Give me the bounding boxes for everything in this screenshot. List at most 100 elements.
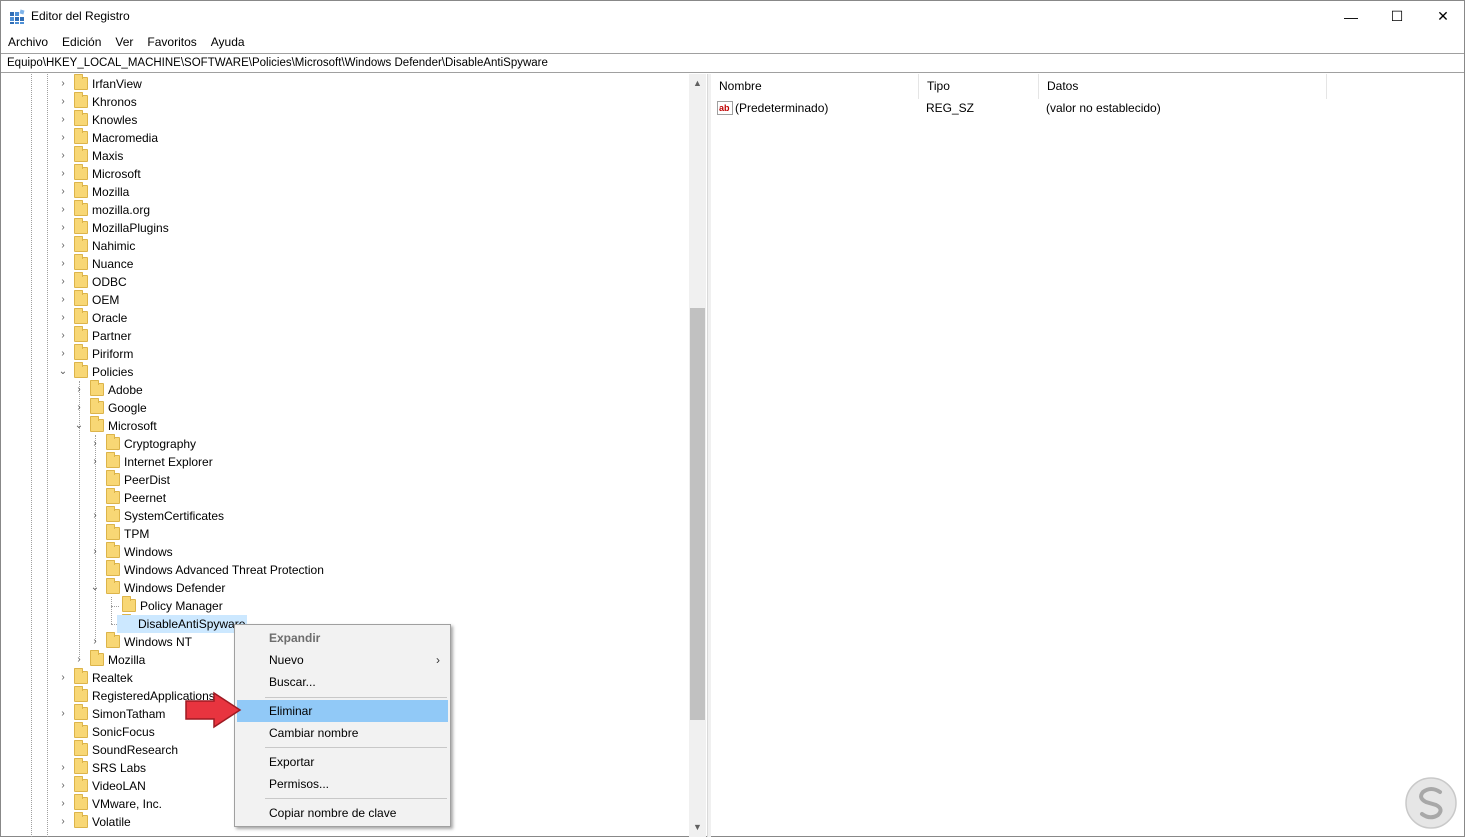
registry-editor-icon: [10, 9, 25, 24]
tree-item[interactable]: ⌄ Policies: [1, 362, 681, 381]
chevron-down-icon[interactable]: ⌄: [90, 579, 100, 597]
chevron-right-icon[interactable]: ›: [58, 327, 68, 345]
menu-favoritos[interactable]: Favoritos: [140, 32, 203, 52]
chevron-right-icon[interactable]: ›: [90, 507, 100, 525]
tree-item[interactable]: › Nuance: [1, 254, 681, 273]
chevron-right-icon[interactable]: ›: [58, 147, 68, 165]
chevron-right-icon[interactable]: ›: [58, 777, 68, 795]
column-header-data[interactable]: Datos: [1039, 74, 1327, 99]
folder-icon: [74, 92, 88, 108]
tree-item[interactable]: › Piriform: [1, 344, 681, 363]
minimize-button[interactable]: —: [1328, 1, 1374, 32]
chevron-right-icon[interactable]: ›: [58, 795, 68, 813]
chevron-right-icon[interactable]: ›: [58, 111, 68, 129]
chevron-right-icon[interactable]: ›: [58, 291, 68, 309]
tree-item[interactable]: › Oracle: [1, 308, 681, 327]
menu-item-new[interactable]: Nuevo ›: [237, 649, 448, 671]
menu-item-copy-key-name[interactable]: Copiar nombre de clave: [237, 802, 448, 824]
tree-item[interactable]: › Google: [1, 398, 681, 417]
chevron-right-icon[interactable]: ›: [58, 93, 68, 111]
chevron-right-icon[interactable]: ›: [58, 813, 68, 831]
chevron-right-icon[interactable]: ›: [90, 543, 100, 561]
menu-ayuda[interactable]: Ayuda: [204, 32, 252, 52]
chevron-right-icon[interactable]: ›: [58, 183, 68, 201]
column-header-name[interactable]: Nombre: [711, 74, 919, 99]
folder-icon: [106, 542, 120, 558]
tree-item[interactable]: › Partner: [1, 326, 681, 345]
tree-item[interactable]: › Microsoft: [1, 164, 681, 183]
tree-item[interactable]: › Internet Explorer: [1, 452, 681, 471]
tree-item[interactable]: › OEM: [1, 290, 681, 309]
chevron-right-icon[interactable]: ›: [58, 273, 68, 291]
folder-icon: [74, 182, 88, 198]
menu-item-find[interactable]: Buscar...: [237, 671, 448, 693]
chevron-right-icon[interactable]: ›: [58, 309, 68, 327]
value-name[interactable]: (Predeterminado): [735, 99, 828, 117]
chevron-right-icon[interactable]: ›: [74, 399, 84, 417]
menu-item-expand[interactable]: Expandir: [237, 627, 448, 649]
value-type[interactable]: REG_SZ: [926, 99, 974, 117]
chevron-right-icon[interactable]: ›: [58, 75, 68, 93]
maximize-button[interactable]: ☐: [1374, 1, 1420, 32]
scroll-down-icon[interactable]: ▼: [689, 818, 706, 835]
chevron-right-icon[interactable]: ›: [74, 381, 84, 399]
menu-edicion[interactable]: Edición: [55, 32, 108, 52]
folder-icon: [90, 398, 104, 414]
tree-item[interactable]: Policy Manager: [1, 596, 681, 615]
tree-item[interactable]: › Khronos: [1, 92, 681, 111]
tree-item[interactable]: Windows Advanced Threat Protection: [1, 560, 681, 579]
tree-item[interactable]: › Maxis: [1, 146, 681, 165]
tree-item[interactable]: PeerDist: [1, 470, 681, 489]
menu-item-delete[interactable]: Eliminar: [237, 700, 448, 722]
tree-item[interactable]: › Windows: [1, 542, 681, 561]
tree-item[interactable]: › IrfanView: [1, 74, 681, 93]
menu-item-rename[interactable]: Cambiar nombre: [237, 722, 448, 744]
chevron-right-icon[interactable]: ›: [58, 237, 68, 255]
chevron-right-icon[interactable]: ›: [90, 633, 100, 651]
chevron-right-icon[interactable]: ›: [58, 669, 68, 687]
tree-item[interactable]: › Cryptography: [1, 434, 681, 453]
menu-ver[interactable]: Ver: [108, 32, 140, 52]
tree-scrollbar[interactable]: ▲ ▼: [689, 74, 706, 837]
chevron-right-icon[interactable]: ›: [58, 345, 68, 363]
tree-item[interactable]: TPM: [1, 524, 681, 543]
chevron-right-icon[interactable]: ›: [58, 759, 68, 777]
folder-icon: [74, 326, 88, 342]
tree-item[interactable]: › ODBC: [1, 272, 681, 291]
chevron-down-icon[interactable]: ⌄: [58, 363, 68, 381]
chevron-right-icon[interactable]: ›: [90, 435, 100, 453]
column-header-type[interactable]: Tipo: [919, 74, 1039, 99]
tree-item[interactable]: › Adobe: [1, 380, 681, 399]
tree-item[interactable]: › Mozilla: [1, 182, 681, 201]
tree-item[interactable]: ⌄ Windows Defender: [1, 578, 681, 597]
chevron-right-icon[interactable]: ›: [58, 201, 68, 219]
tree-item[interactable]: › Knowles: [1, 110, 681, 129]
menu-bar: Archivo Edición Ver Favoritos Ayuda: [1, 32, 1464, 52]
tree-item[interactable]: › mozilla.org: [1, 200, 681, 219]
scroll-up-icon[interactable]: ▲: [689, 74, 706, 91]
tree-item[interactable]: › Macromedia: [1, 128, 681, 147]
chevron-right-icon[interactable]: ›: [58, 129, 68, 147]
chevron-down-icon[interactable]: ⌄: [74, 417, 84, 435]
chevron-right-icon[interactable]: ›: [74, 651, 84, 669]
chevron-right-icon[interactable]: ›: [58, 255, 68, 273]
folder-icon: [106, 488, 120, 504]
value-data[interactable]: (valor no establecido): [1046, 99, 1161, 117]
menu-separator: [265, 697, 447, 698]
chevron-right-icon[interactable]: ›: [58, 165, 68, 183]
menu-item-export[interactable]: Exportar: [237, 751, 448, 773]
address-bar[interactable]: Equipo\HKEY_LOCAL_MACHINE\SOFTWARE\Polic…: [1, 53, 1464, 73]
close-button[interactable]: ✕: [1420, 1, 1465, 32]
chevron-right-icon[interactable]: ›: [90, 453, 100, 471]
tree-item[interactable]: › Nahimic: [1, 236, 681, 255]
menu-item-permissions[interactable]: Permisos...: [237, 773, 448, 795]
chevron-right-icon[interactable]: ›: [58, 219, 68, 237]
menu-archivo[interactable]: Archivo: [1, 32, 55, 52]
scrollbar-thumb[interactable]: [690, 308, 705, 720]
chevron-right-icon[interactable]: ›: [58, 705, 68, 723]
tree-item[interactable]: ⌄ Microsoft: [1, 416, 681, 435]
tree-item[interactable]: › SystemCertificates: [1, 506, 681, 525]
folder-icon: [74, 776, 88, 792]
tree-item[interactable]: › MozillaPlugins: [1, 218, 681, 237]
tree-item[interactable]: Peernet: [1, 488, 681, 507]
